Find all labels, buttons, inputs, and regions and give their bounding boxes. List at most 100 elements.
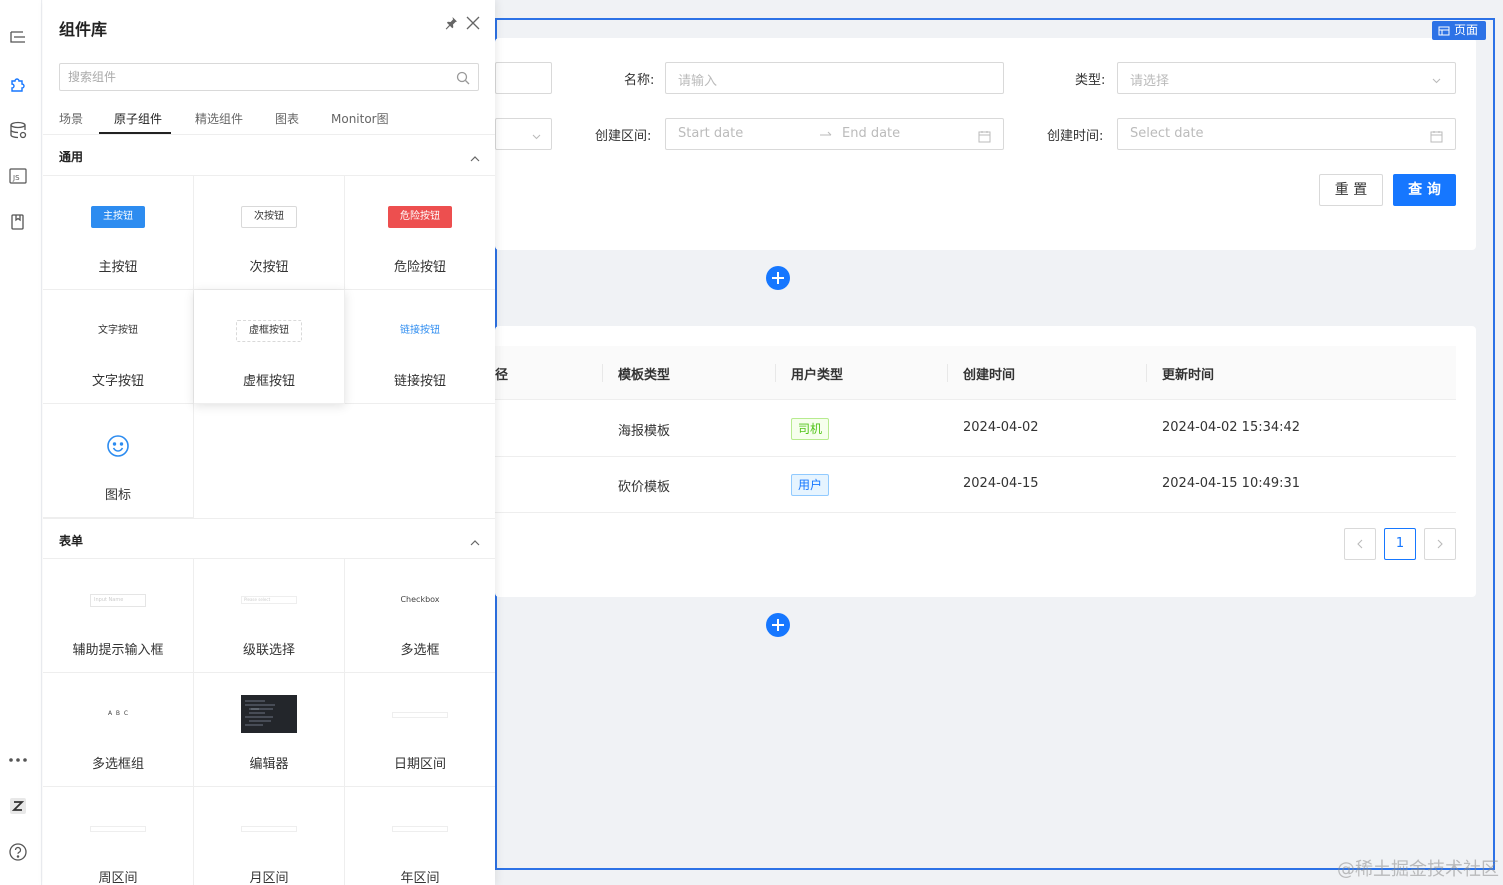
tab-scenes[interactable]: 场景 xyxy=(59,110,83,127)
arrow-right-icon xyxy=(819,127,833,141)
z-logo-icon[interactable] xyxy=(8,796,28,816)
created-placeholder: Select date xyxy=(1130,126,1204,141)
updated-cell: 2024-04-02 15:34:42 xyxy=(1162,420,1301,435)
datasource-icon[interactable] xyxy=(8,120,28,140)
page-canvas: 页面 名称: 请输入 类型: 请选择 创建区间: Start date End … xyxy=(495,0,1503,885)
table-row[interactable]: 海报模板 司机 2024-04-02 2024-04-02 15:34:42 xyxy=(495,401,1456,457)
page-number-button[interactable]: 1 xyxy=(1384,528,1416,560)
more-dots-icon[interactable] xyxy=(8,750,28,770)
name-label: 名称: xyxy=(624,73,655,88)
primary-button-preview: 主按钮 xyxy=(91,206,145,228)
checkbox-group-preview: A B C xyxy=(107,710,129,717)
component-caption: 链接按钮 xyxy=(393,374,446,389)
outline-tree-icon[interactable] xyxy=(8,28,28,48)
prev-page-button[interactable] xyxy=(1344,528,1376,560)
created-cell: 2024-04-15 xyxy=(963,476,1039,491)
hidden-left-select[interactable] xyxy=(495,118,552,150)
name-placeholder: 请输入 xyxy=(678,74,718,89)
component-date-range[interactable]: 日期区间 xyxy=(345,673,495,787)
column-divider xyxy=(602,364,603,382)
panel-title: 组件库 xyxy=(59,20,108,39)
component-caption: 虚框按钮 xyxy=(242,374,295,389)
component-icon[interactable]: 图标 xyxy=(43,404,194,518)
column-divider xyxy=(1146,364,1147,382)
component-checkbox-group[interactable]: A B C 多选框组 xyxy=(43,673,194,787)
chevron-down-icon xyxy=(1430,72,1443,85)
week-range-preview xyxy=(90,826,146,832)
add-block-button[interactable] xyxy=(766,613,790,637)
smile-icon xyxy=(106,434,130,458)
component-library-panel: 组件库 场景 原子组件 精选组件 图表 Monitor图 通用 主按钮 主按钮 … xyxy=(43,0,495,885)
search-input[interactable] xyxy=(60,64,440,90)
section-form-header[interactable]: 表单 xyxy=(43,518,495,559)
component-hint-input[interactable]: Input Name 辅助提示输入框 xyxy=(43,559,194,673)
section-general-header[interactable]: 通用 xyxy=(43,135,495,176)
range-start-placeholder: Start date xyxy=(678,126,744,141)
component-checkbox[interactable]: Checkbox 多选框 xyxy=(345,559,495,673)
tab-atomic[interactable]: 原子组件 xyxy=(114,110,162,127)
component-puzzle-icon[interactable] xyxy=(8,74,28,94)
pin-icon[interactable] xyxy=(444,15,458,30)
component-search-field[interactable] xyxy=(59,63,479,91)
component-editor[interactable]: 编辑器 xyxy=(194,673,345,787)
component-caption: 周区间 xyxy=(98,871,138,885)
tab-monitor[interactable]: Monitor图 xyxy=(331,110,389,127)
chevron-up-icon[interactable] xyxy=(469,150,481,162)
text-button-preview: 文字按钮 xyxy=(98,325,138,336)
component-caption: 危险按钮 xyxy=(393,260,446,275)
component-caption: 编辑器 xyxy=(249,757,289,772)
component-month-range[interactable]: 月区间 xyxy=(194,787,345,885)
secondary-button-preview: 次按钮 xyxy=(241,206,297,228)
component-caption: 辅助提示输入框 xyxy=(72,643,164,658)
year-range-preview xyxy=(392,826,448,832)
js-code-icon[interactable]: JS xyxy=(8,166,28,186)
column-header: 更新时间 xyxy=(1162,368,1215,383)
add-block-button[interactable] xyxy=(766,266,790,290)
component-secondary-button[interactable]: 次按钮 次按钮 xyxy=(194,176,345,290)
created-date-picker[interactable]: Select date xyxy=(1117,118,1456,150)
page-badge-label: 页面 xyxy=(1454,23,1479,37)
input-preview: Input Name xyxy=(90,594,146,607)
component-year-range[interactable]: 年区间 xyxy=(345,787,495,885)
component-caption: 文字按钮 xyxy=(91,374,144,389)
component-caption: 日期区间 xyxy=(393,757,446,772)
date-range-picker[interactable]: Start date End date xyxy=(665,118,1004,150)
chevron-up-icon[interactable] xyxy=(469,534,481,546)
query-button[interactable]: 查 询 xyxy=(1393,174,1456,206)
next-page-button[interactable] xyxy=(1424,528,1456,560)
hidden-left-field[interactable] xyxy=(495,62,552,94)
close-icon[interactable] xyxy=(466,15,480,30)
user-type-tag: 用户 xyxy=(791,474,830,496)
user-type-tag: 司机 xyxy=(791,418,830,440)
dashed-button-preview: 虚框按钮 xyxy=(236,320,302,342)
reset-button[interactable]: 重 置 xyxy=(1319,174,1383,206)
name-input[interactable]: 请输入 xyxy=(665,62,1004,94)
component-danger-button[interactable]: 危险按钮 危险按钮 xyxy=(345,176,495,290)
calendar-icon xyxy=(1430,128,1443,143)
table-row[interactable]: 砍价模板 用户 2024-04-15 2024-04-15 10:49:31 xyxy=(495,457,1456,513)
left-toolbar: JS xyxy=(0,0,42,885)
column-divider xyxy=(947,364,948,382)
section-title: 通用 xyxy=(59,150,84,164)
component-caption: 级联选择 xyxy=(242,643,295,658)
page-badge[interactable]: 页面 xyxy=(1432,21,1487,40)
tab-featured[interactable]: 精选组件 xyxy=(195,110,243,127)
component-week-range[interactable]: 周区间 xyxy=(43,787,194,885)
component-text-button[interactable]: 文字按钮 文字按钮 xyxy=(43,290,194,404)
component-link-button[interactable]: 链接按钮 链接按钮 xyxy=(345,290,495,404)
type-select[interactable]: 请选择 xyxy=(1117,62,1456,94)
calendar-icon xyxy=(978,128,991,143)
book-icon[interactable] xyxy=(8,212,28,232)
component-dashed-button[interactable]: 虚框按钮 虚框按钮 xyxy=(194,290,345,404)
type-label: 类型: xyxy=(1075,73,1106,88)
template-type-cell: 砍价模板 xyxy=(618,480,671,495)
section-title: 表单 xyxy=(59,534,84,548)
tab-charts[interactable]: 图表 xyxy=(275,110,299,127)
component-cascader[interactable]: Please select 级联选择 xyxy=(194,559,345,673)
component-caption: 年区间 xyxy=(400,871,440,885)
component-primary-button[interactable]: 主按钮 主按钮 xyxy=(43,176,194,290)
created-cell: 2024-04-02 xyxy=(963,420,1039,435)
table-header: 径 模板类型 用户类型 创建时间 更新时间 xyxy=(495,346,1456,400)
help-icon[interactable] xyxy=(8,842,28,862)
type-placeholder: 请选择 xyxy=(1130,74,1170,89)
